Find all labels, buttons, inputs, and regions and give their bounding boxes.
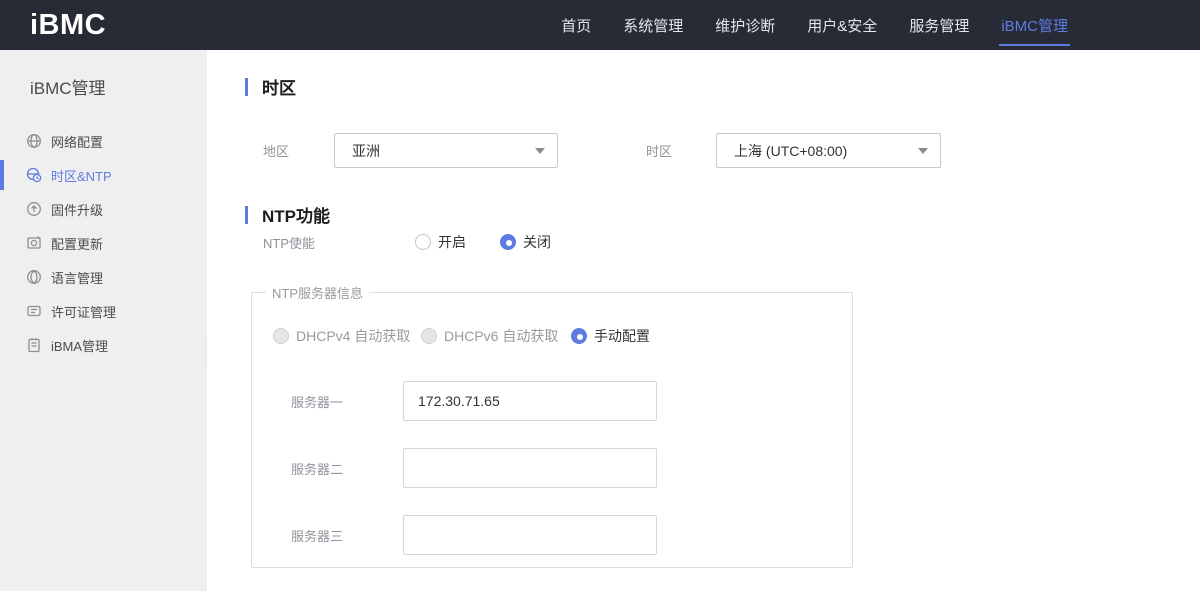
sidebar-item-label: 许可证管理 bbox=[51, 304, 117, 320]
sidebar-item-label: iBMA管理 bbox=[51, 338, 109, 354]
ibma-icon bbox=[26, 337, 42, 353]
ntp-enable-on-radio[interactable]: 开启 bbox=[415, 232, 466, 252]
server3-input[interactable] bbox=[403, 515, 657, 555]
ntp-section-title: NTP功能 bbox=[245, 202, 330, 227]
radio-disabled-icon bbox=[421, 328, 437, 344]
top-nav: 首页 系统管理 维护诊断 用户&安全 服务管理 iBMC管理 bbox=[559, 0, 1070, 50]
nav-item-services[interactable]: 服务管理 bbox=[907, 0, 971, 50]
sidebar-item-label: 时区&NTP bbox=[51, 168, 112, 184]
timezone-section-title-text: 时区 bbox=[262, 79, 296, 98]
network-icon bbox=[26, 133, 42, 149]
radio-unselected-icon bbox=[415, 234, 431, 250]
ntp-mode-row: DHCPv4 自动获取 DHCPv6 自动获取 手动配置 bbox=[273, 326, 650, 346]
radio-label: 开启 bbox=[438, 234, 466, 250]
timezone-section-title: 时区 bbox=[245, 74, 296, 99]
radio-label: DHCPv6 自动获取 bbox=[444, 328, 559, 344]
sidebar-item-label: 固件升级 bbox=[51, 202, 104, 218]
region-label: 地区 bbox=[263, 144, 290, 159]
sidebar-item-language[interactable]: 语言管理 bbox=[0, 260, 207, 294]
dhcpv6-auto-radio[interactable]: DHCPv6 自动获取 bbox=[421, 326, 571, 346]
sidebar-item-network-config[interactable]: 网络配置 bbox=[0, 124, 207, 158]
chevron-down-icon bbox=[535, 147, 546, 154]
license-icon bbox=[26, 303, 42, 319]
server3-row: 服务器三 bbox=[291, 515, 657, 555]
ntp-enable-row: NTP使能 开启 关闭 bbox=[263, 232, 551, 252]
sidebar-item-license[interactable]: 许可证管理 bbox=[0, 294, 207, 328]
timezone-label: 时区 bbox=[646, 144, 673, 159]
config-update-icon bbox=[26, 235, 42, 251]
chevron-down-icon bbox=[918, 147, 929, 154]
sidebar-menu: 网络配置 时区&NTP 固件升级 配置更新 语言管理 许可证管理 iBMA管理 bbox=[0, 124, 207, 362]
timezone-select[interactable]: 上海 (UTC+08:00) bbox=[716, 133, 942, 168]
dhcpv4-auto-radio[interactable]: DHCPv4 自动获取 bbox=[273, 326, 421, 346]
nav-item-diagnostics[interactable]: 维护诊断 bbox=[713, 0, 777, 50]
sidebar-item-timezone-ntp[interactable]: 时区&NTP bbox=[0, 158, 207, 192]
sidebar-item-label: 网络配置 bbox=[51, 134, 104, 150]
timezone-ntp-icon bbox=[26, 167, 42, 183]
sidebar: iBMC管理 网络配置 时区&NTP 固件升级 配置更新 语言管理 许可证管理 … bbox=[0, 50, 207, 591]
sidebar-item-label: 语言管理 bbox=[51, 270, 104, 286]
sidebar-item-config-update[interactable]: 配置更新 bbox=[0, 226, 207, 260]
manual-config-radio[interactable]: 手动配置 bbox=[571, 326, 650, 346]
radio-label: 手动配置 bbox=[594, 328, 650, 344]
server2-row: 服务器二 bbox=[291, 448, 657, 488]
ntp-enable-off-radio[interactable]: 关闭 bbox=[500, 232, 551, 252]
sidebar-item-label: 配置更新 bbox=[51, 236, 104, 252]
region-select[interactable]: 亚洲 bbox=[334, 133, 559, 168]
language-icon bbox=[26, 269, 42, 285]
server1-row: 服务器一 bbox=[291, 381, 657, 421]
ibmc-logo: iBMC bbox=[30, 8, 107, 41]
sidebar-item-firmware-upgrade[interactable]: 固件升级 bbox=[0, 192, 207, 226]
radio-disabled-icon bbox=[273, 328, 289, 344]
ntp-server-fieldset: NTP服务器信息 DHCPv4 自动获取 DHCPv6 自动获取 手动配置 服务… bbox=[251, 283, 853, 568]
nav-item-home[interactable]: 首页 bbox=[559, 0, 593, 50]
ntp-server-legend: NTP服务器信息 bbox=[272, 286, 364, 301]
sidebar-title: iBMC管理 bbox=[30, 79, 106, 98]
timezone-select-value: 上海 (UTC+08:00) bbox=[734, 142, 848, 159]
ntp-enable-label: NTP使能 bbox=[263, 235, 316, 251]
radio-label: DHCPv4 自动获取 bbox=[296, 328, 411, 344]
region-select-value: 亚洲 bbox=[352, 142, 381, 159]
top-header: iBMC 首页 系统管理 维护诊断 用户&安全 服务管理 iBMC管理 bbox=[0, 0, 1200, 50]
server2-label: 服务器二 bbox=[291, 461, 344, 477]
radio-selected-icon bbox=[500, 234, 516, 250]
nav-item-system[interactable]: 系统管理 bbox=[621, 0, 685, 50]
timezone-form-row: 地区 亚洲 时区 上海 (UTC+08:00) bbox=[263, 133, 942, 168]
ntp-section-title-text: NTP功能 bbox=[262, 207, 330, 226]
nav-item-ibmc-management[interactable]: iBMC管理 bbox=[999, 0, 1070, 50]
server1-input[interactable] bbox=[403, 381, 657, 421]
radio-label: 关闭 bbox=[523, 234, 551, 250]
firmware-upgrade-icon bbox=[26, 201, 42, 217]
radio-selected-icon bbox=[571, 328, 587, 344]
nav-item-user-security[interactable]: 用户&安全 bbox=[805, 0, 879, 50]
main-content: 时区 地区 亚洲 时区 上海 (UTC+08:00) NTP功能 NTP使能 开… bbox=[207, 50, 1200, 591]
server2-input[interactable] bbox=[403, 448, 657, 488]
sidebar-item-ibma[interactable]: iBMA管理 bbox=[0, 328, 207, 362]
server3-label: 服务器三 bbox=[291, 528, 344, 544]
server1-label: 服务器一 bbox=[291, 394, 344, 410]
